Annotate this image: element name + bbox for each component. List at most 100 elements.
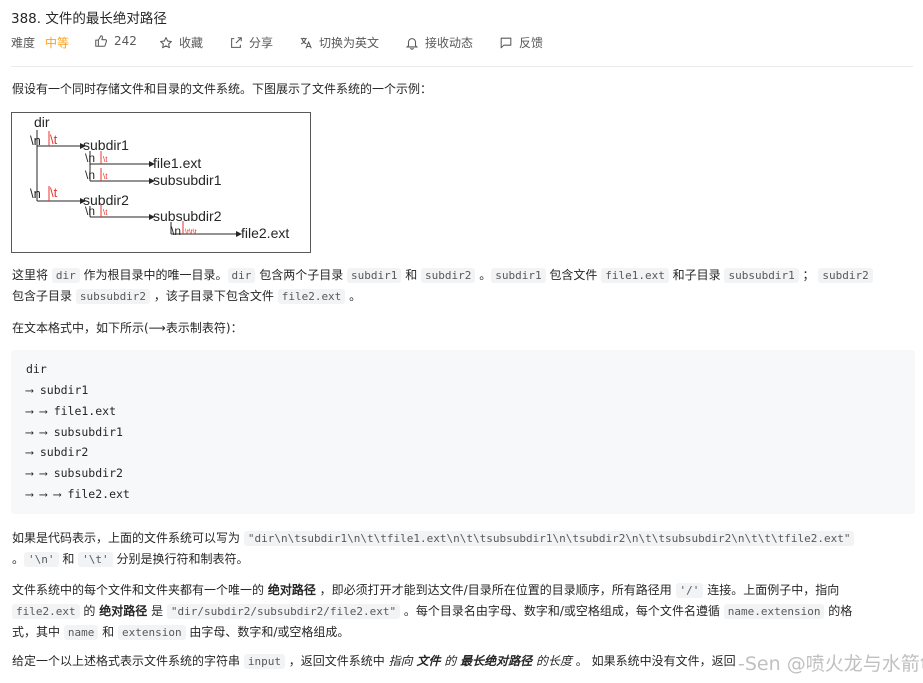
p6-text: 给定一个以上述格式表示文件系统的字符串 [12, 654, 244, 668]
p5-text: 文件系统中的每个文件和文件夹都有一个唯一的 [12, 583, 268, 597]
p6-text: 。 如果系统中没有文件，返回 [571, 654, 736, 668]
difficulty-badge: 中等 [45, 36, 70, 50]
inline-code: '/' [675, 583, 704, 598]
difficulty: 难度 中等 [11, 34, 69, 51]
problem-title: 388. 文件的最长绝对路径 [11, 11, 167, 27]
fig-tab-6: \t\t\t [185, 229, 197, 236]
file-system-figure: dir \n \t subdir1 \n \t file1.ext \n \t … [11, 112, 311, 253]
fig-tab-5: \t [103, 208, 108, 217]
fig-newline-6: \n [171, 224, 181, 238]
fig-newline-1: \n [30, 133, 41, 148]
p4-text: 和 [58, 552, 79, 566]
inline-code: '\n' [24, 552, 59, 567]
feedback-button[interactable]: 反馈 [499, 34, 543, 51]
p2-text: 和 [401, 268, 422, 282]
p2-text: 。 [345, 289, 362, 303]
description-paragraph-4: 如果是代码表示，上面的文件系统可以写为 "dir\n\tsubdir1\n\t\… [12, 528, 917, 570]
p5-text: 。每个目录名由字母、数字和/或空格组成，每个文件名遵循 [400, 604, 724, 618]
fig-newline-2: \n [85, 151, 95, 165]
p4-text: 如果是代码表示，上面的文件系统可以写为 [12, 531, 244, 545]
description-paragraph-2: 这里将 dir 作为根目录中的唯一目录。 dir 包含两个子目录 subdir1 … [12, 265, 917, 307]
p2-text: 和子目录 [668, 268, 725, 282]
notify-button[interactable]: 接收动态 [405, 34, 473, 51]
code-line: ⟶ ⟶ subsubdir1 [26, 425, 123, 439]
p2-text: 包含子目录 [12, 289, 76, 303]
p5-text: 是 [147, 604, 167, 618]
p2-text: 。 [475, 268, 492, 282]
notify-label: 接收动态 [425, 36, 474, 50]
bell-icon [405, 37, 419, 50]
p2-text: 包含文件 [545, 268, 602, 282]
p5-text: 式，其中 [12, 625, 64, 639]
p2-text: 作为根目录中的唯一目录。 [79, 268, 228, 282]
inline-code: extension [117, 625, 186, 640]
inline-code: "dir/subdir2/subsubdir2/file2.ext" [166, 604, 401, 619]
fig-newline-4: \n [30, 186, 41, 201]
inline-code: name.extension [723, 604, 825, 619]
favorite-button[interactable]: 收藏 [159, 34, 203, 51]
italic-text: 指向 [388, 654, 413, 668]
share-label: 分享 [249, 36, 274, 50]
p5-text: ，即必须打开才能到达文件/目录所在位置的目录顺序，所有路径用 [315, 583, 676, 597]
fig-newline-3: \n [85, 168, 95, 182]
p2-text: ； [798, 268, 819, 282]
like-button[interactable]: 242 [94, 34, 137, 48]
bold-text: 绝对路径 [99, 604, 148, 618]
fig-tab-3: \t [103, 172, 108, 181]
code-line: ⟶ ⟶ file1.ext [26, 404, 117, 418]
inline-code: subdir1 [347, 268, 402, 283]
bold-text: 绝对路径 [267, 583, 316, 597]
inline-code: file2.ext [12, 604, 80, 619]
fig-subsubdir1: subsubdir1 [153, 172, 222, 188]
fig-file1: file1.ext [153, 155, 201, 171]
description-paragraph-5: 文件系统中的每个文件和文件夹都有一个唯一的 绝对路径 ，即必须打开才能到达文件/… [12, 580, 917, 643]
p5-text: 连接。上面例子中，指向 [703, 583, 840, 597]
p5-text: 的格 [824, 604, 853, 618]
inline-code: name [63, 625, 99, 640]
intro-text: 假设有一个同时存储文件和目录的文件系统。下图展示了文件系统的一个示例： [12, 82, 433, 96]
inline-code: subsubdir2 [75, 289, 151, 304]
p5-text: 由字母、数字和/或空格组成。 [185, 625, 350, 639]
switch-language-button[interactable]: 切换为英文 [299, 34, 379, 51]
fig-tab-2: \t [103, 155, 108, 164]
fig-newline-5: \n [85, 204, 95, 218]
inline-code: input [243, 654, 285, 669]
translate-icon [300, 37, 312, 48]
feedback-label: 反馈 [519, 36, 544, 50]
inline-code: "dir\n\tsubdir1\n\t\tfile1.ext\n\t\tsubs… [243, 531, 855, 546]
fig-subsubdir2: subsubdir2 [153, 208, 222, 224]
favorite-label: 收藏 [179, 36, 204, 50]
code-block: dir ⟶ subdir1 ⟶ ⟶ file1.ext ⟶ ⟶ subsubdi… [11, 350, 915, 514]
share-button[interactable]: 分享 [229, 34, 273, 51]
inline-code: file2.ext [277, 289, 346, 304]
code-line: ⟶ subdir2 [26, 445, 89, 459]
p5-text: 的 [79, 604, 100, 618]
figure-diagram: dir \n \t subdir1 \n \t file1.ext \n \t … [30, 114, 289, 241]
p2-text: 包含两个子目录 [255, 268, 348, 282]
p6-text: ，返回文件系统中 [284, 654, 389, 668]
fig-tab-4: \t [50, 185, 58, 200]
code-line: ⟶ subdir1 [26, 383, 89, 397]
p2-text: ，该子目录下包含文件 [150, 289, 278, 303]
thumbs-up-icon [95, 35, 108, 47]
header-divider [11, 66, 913, 67]
code-line: ⟶ ⟶ ⟶ file2.ext [26, 487, 130, 501]
fig-tab-1: \t [50, 132, 58, 147]
bold-italic-text: 文件 [416, 654, 441, 668]
inline-code: subdir2 [818, 268, 873, 283]
star-icon [160, 36, 172, 48]
italic-text: 的 [444, 654, 457, 668]
bold-italic-text: 最长绝对路径 [460, 654, 533, 668]
fig-dir: dir [34, 114, 50, 130]
share-icon [231, 36, 242, 48]
p2-text: 这里将 [12, 268, 52, 282]
text-format-intro: 在文本格式中，如下所示(⟶表示制表符)： [12, 321, 243, 335]
inline-code: '\t' [78, 552, 113, 567]
fig-file2: file2.ext [241, 225, 289, 241]
like-count: 242 [114, 34, 137, 48]
inline-code: subdir1 [491, 268, 546, 283]
inline-code: file1.ext [601, 268, 669, 283]
p4-text: 分别是换行符和制表符。 [112, 552, 249, 566]
p4-text: 。 [12, 552, 25, 566]
difficulty-label: 难度 [11, 36, 36, 50]
